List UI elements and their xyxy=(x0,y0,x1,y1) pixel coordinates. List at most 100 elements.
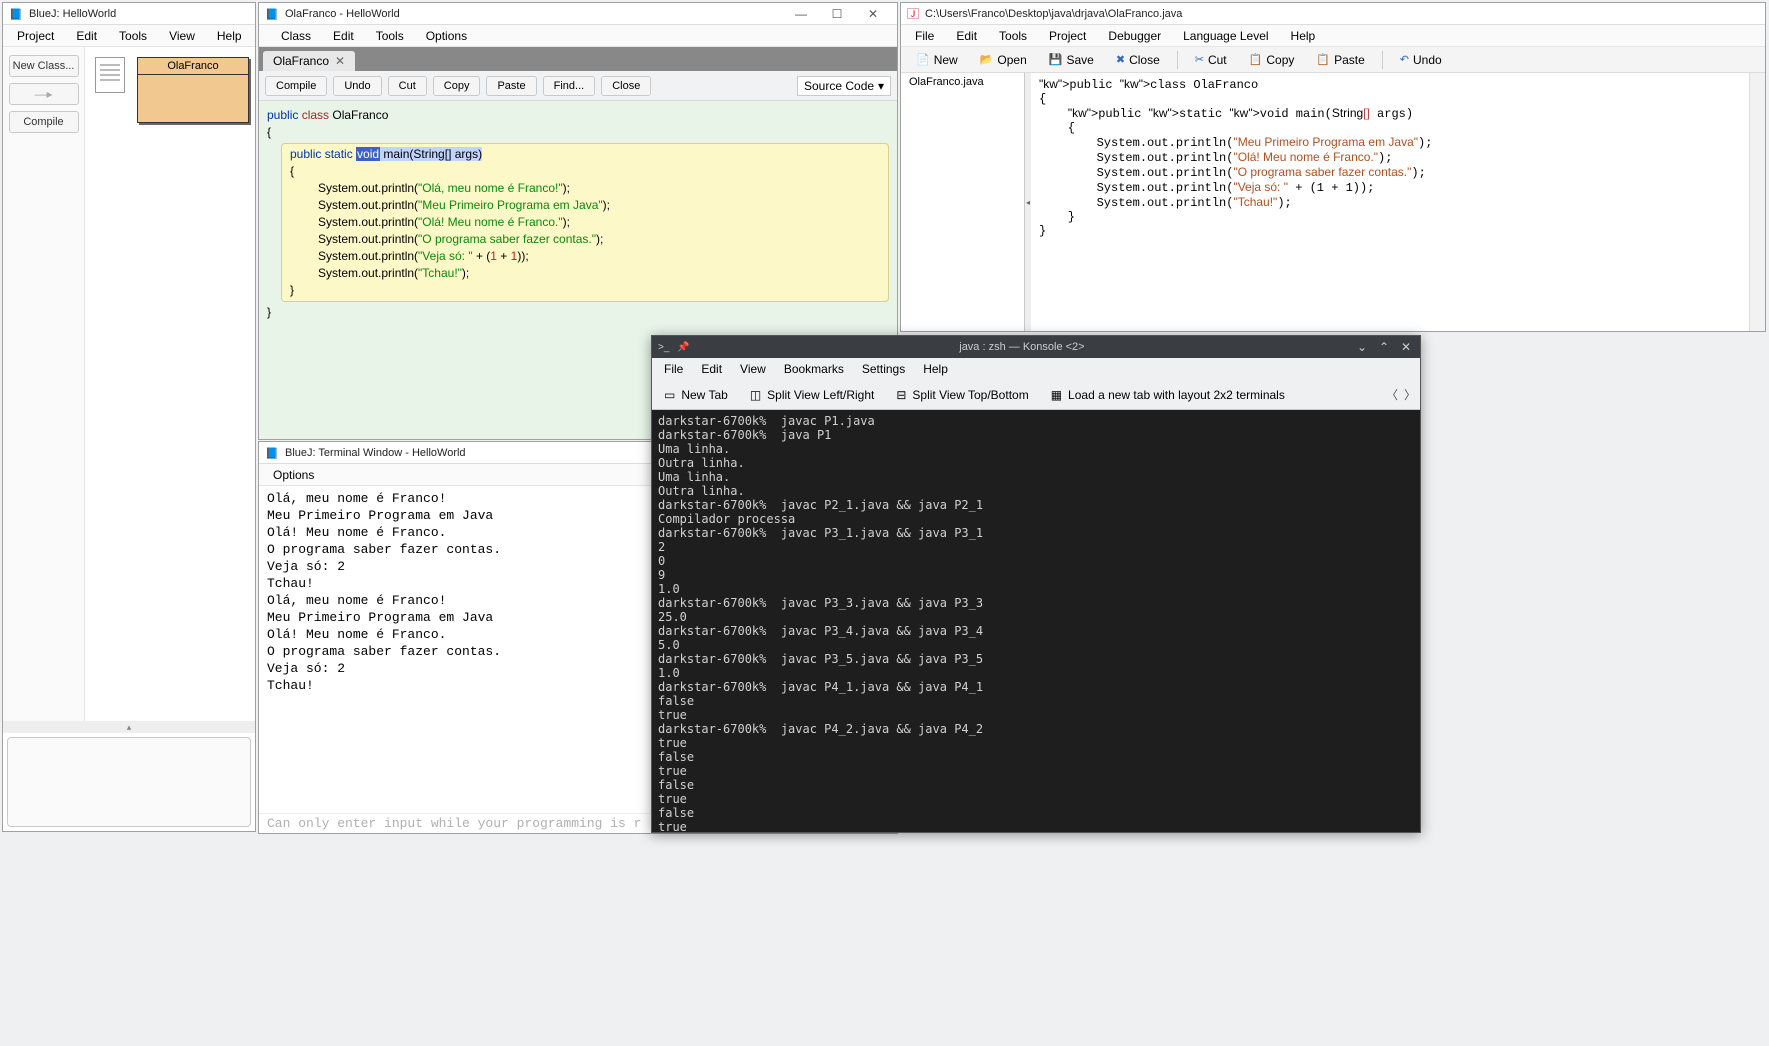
bluej-icon xyxy=(9,7,23,21)
menu-bar: Project Edit Tools View Help xyxy=(3,25,255,47)
close-icon: ✖ xyxy=(1116,53,1125,66)
close-button[interactable]: ✕ xyxy=(1398,340,1414,354)
cut-button[interactable]: Cut xyxy=(388,76,427,96)
project-sidebar: New Class... —▸ Compile xyxy=(3,47,85,721)
source-code-dropdown[interactable]: Source Code ▾ xyxy=(797,76,891,96)
compile-button[interactable]: Compile xyxy=(265,76,327,96)
paste-icon: 📋 xyxy=(1316,53,1330,66)
readme-icon[interactable] xyxy=(95,57,125,93)
minimize-button[interactable]: — xyxy=(783,4,819,24)
pin-icon[interactable]: 📌 xyxy=(677,342,689,353)
close-button[interactable]: ✖Close xyxy=(1107,50,1169,70)
separator xyxy=(1177,51,1178,69)
compile-button[interactable]: Compile xyxy=(9,111,79,133)
window-title: C:\Users\Franco\Desktop\java\drjava\OlaF… xyxy=(925,8,1182,20)
window-title: java : zsh — Konsole <2> xyxy=(698,341,1346,353)
arrow-button[interactable]: —▸ xyxy=(9,83,79,105)
close-button[interactable]: ✕ xyxy=(855,4,891,24)
cut-button[interactable]: ✂Cut xyxy=(1186,50,1236,70)
terminal-output[interactable]: darkstar-6700k% javac P1.java darkstar-6… xyxy=(652,410,1420,832)
bluej-project-window: BlueJ: HelloWorld Project Edit Tools Vie… xyxy=(2,2,256,832)
new-button[interactable]: 📄New xyxy=(907,50,967,70)
menu-tools[interactable]: Tools xyxy=(366,27,414,45)
title-bar[interactable]: >_ 📌 java : zsh — Konsole <2> ⌄ ⌃ ✕ xyxy=(652,336,1420,358)
scrollbar[interactable] xyxy=(1749,73,1765,331)
object-bench-toggle[interactable] xyxy=(3,721,255,733)
menu-edit[interactable]: Edit xyxy=(66,27,107,45)
new-tab-icon: ▭ xyxy=(664,388,675,402)
class-card-olafranco[interactable]: OlaFranco xyxy=(137,57,249,123)
menu-options[interactable]: Options xyxy=(263,466,324,484)
title-bar[interactable]: OlaFranco - HelloWorld — ☐ ✕ xyxy=(259,3,897,25)
menu-file[interactable]: File xyxy=(656,360,691,378)
menu-tools[interactable]: Tools xyxy=(989,27,1037,45)
dropdown-label: Source Code xyxy=(804,79,874,93)
minimize-button[interactable]: ⌄ xyxy=(1354,340,1370,354)
maximize-button[interactable]: ☐ xyxy=(819,4,855,24)
save-button[interactable]: 💾Save xyxy=(1040,50,1103,70)
layout-2x2-button[interactable]: ▦Load a new tab with layout 2x2 terminal… xyxy=(1043,384,1293,406)
menu-project[interactable]: Project xyxy=(1039,27,1096,45)
object-bench[interactable] xyxy=(7,737,251,827)
menu-language-level[interactable]: Language Level xyxy=(1173,27,1278,45)
split-lr-button[interactable]: ◫Split View Left/Right xyxy=(742,384,883,406)
chevron-down-icon: ▾ xyxy=(878,79,884,93)
copy-icon: 📋 xyxy=(1249,53,1263,66)
find-button[interactable]: Find... xyxy=(543,76,596,96)
split-lr-icon: ◫ xyxy=(750,388,761,402)
toolbar: ▭New Tab ◫Split View Left/Right ⊟Split V… xyxy=(652,380,1420,410)
file-item[interactable]: OlaFranco.java xyxy=(901,73,1024,91)
menu-settings[interactable]: Settings xyxy=(854,360,913,378)
open-button[interactable]: 📂Open xyxy=(971,50,1036,70)
menu-tools[interactable]: Tools xyxy=(109,27,157,45)
menu-help[interactable]: Help xyxy=(1281,27,1326,45)
title-bar[interactable]: 🄹 C:\Users\Franco\Desktop\java\drjava\Ol… xyxy=(901,3,1765,25)
bluej-icon xyxy=(265,446,279,460)
undo-button[interactable]: ↶Undo xyxy=(1391,50,1451,70)
menu-project[interactable]: Project xyxy=(7,27,64,45)
code-editor[interactable]: "kw">public "kw">class OlaFranco { "kw">… xyxy=(1031,73,1749,331)
menu-edit[interactable]: Edit xyxy=(693,360,730,378)
title-bar[interactable]: BlueJ: HelloWorld xyxy=(3,3,255,25)
tab-strip: OlaFranco ✕ xyxy=(259,47,897,71)
menu-view[interactable]: View xyxy=(159,27,205,45)
paste-button[interactable]: Paste xyxy=(486,76,536,96)
window-title: OlaFranco - HelloWorld xyxy=(285,8,400,20)
menu-edit[interactable]: Edit xyxy=(946,27,987,45)
paste-button[interactable]: 📋Paste xyxy=(1307,50,1373,70)
undo-button[interactable]: Undo xyxy=(333,76,381,96)
window-title: BlueJ: HelloWorld xyxy=(29,8,116,20)
split-tb-icon: ⊟ xyxy=(896,388,906,402)
menu-file[interactable]: File xyxy=(905,27,944,45)
menu-bar: File Edit View Bookmarks Settings Help xyxy=(652,358,1420,380)
tab-label: OlaFranco xyxy=(273,54,329,68)
tab-olafranco[interactable]: OlaFranco ✕ xyxy=(263,51,355,71)
prev-button[interactable]: 〈 xyxy=(1386,386,1398,403)
new-tab-button[interactable]: ▭New Tab xyxy=(656,384,736,406)
file-list[interactable]: OlaFranco.java xyxy=(901,73,1025,331)
close-button[interactable]: Close xyxy=(601,76,651,96)
maximize-button[interactable]: ⌃ xyxy=(1376,340,1392,354)
separator xyxy=(1382,51,1383,69)
menu-view[interactable]: View xyxy=(732,360,774,378)
class-diagram-canvas[interactable]: OlaFranco xyxy=(85,47,255,721)
next-button[interactable]: 〉 xyxy=(1404,386,1416,403)
menu-options[interactable]: Options xyxy=(416,27,477,45)
drjava-icon: 🄹 xyxy=(907,5,919,22)
grid-icon: ▦ xyxy=(1051,388,1062,402)
menu-edit[interactable]: Edit xyxy=(323,27,364,45)
bluej-icon xyxy=(265,7,279,21)
menu-class[interactable]: Class xyxy=(271,27,321,45)
menu-debugger[interactable]: Debugger xyxy=(1098,27,1171,45)
menu-help[interactable]: Help xyxy=(915,360,956,378)
close-icon[interactable]: ✕ xyxy=(335,54,345,68)
undo-icon: ↶ xyxy=(1400,53,1409,66)
open-icon: 📂 xyxy=(980,53,994,66)
new-icon: 📄 xyxy=(916,53,930,66)
new-class-button[interactable]: New Class... xyxy=(9,55,79,77)
menu-bookmarks[interactable]: Bookmarks xyxy=(776,360,852,378)
copy-button[interactable]: 📋Copy xyxy=(1240,50,1304,70)
copy-button[interactable]: Copy xyxy=(433,76,481,96)
split-tb-button[interactable]: ⊟Split View Top/Bottom xyxy=(888,384,1036,406)
menu-help[interactable]: Help xyxy=(207,27,252,45)
